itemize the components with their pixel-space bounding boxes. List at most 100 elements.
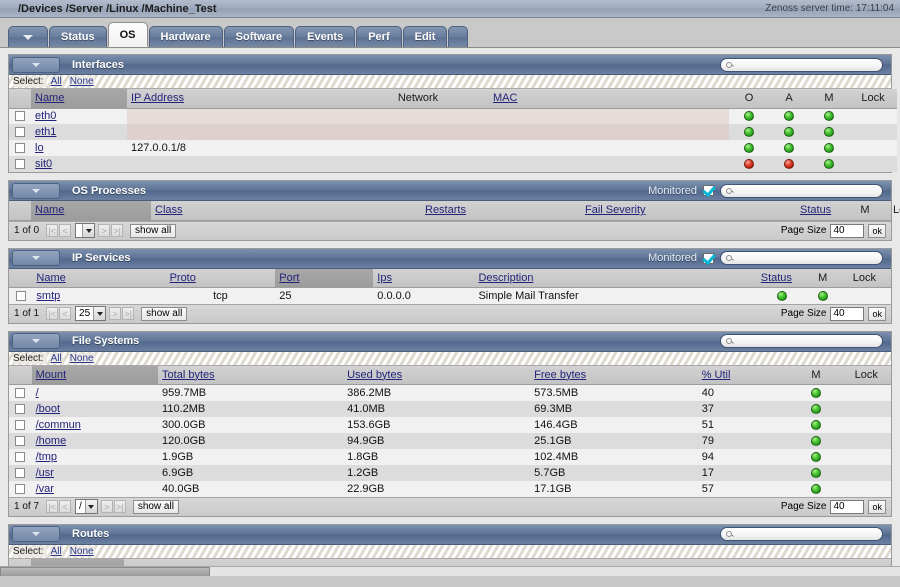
table-row[interactable]: /var 40.0GB 22.9GB 17.1GB 57 [9,481,891,497]
file-systems-col-util[interactable]: % Util [698,366,791,385]
ip-services-col-status[interactable]: Status [757,269,808,288]
row-checkbox-cell[interactable] [9,401,32,417]
os-processes-col-fail-severity[interactable]: Fail Severity [581,201,796,220]
os-processes-search-input[interactable] [720,184,883,198]
next-page-button[interactable]: > [101,500,113,513]
ip-services-show-all-button[interactable]: show all [141,307,187,321]
file-systems-cell-mount[interactable]: / [32,385,158,401]
table-row[interactable]: lo 127.0.0.1/8 [9,140,897,156]
os-processes-col-restarts[interactable]: Restarts [421,201,581,220]
table-row[interactable]: eth1 [9,124,897,140]
row-checkbox[interactable] [15,111,25,121]
tab-hardware[interactable]: Hardware [149,26,223,47]
interfaces-select-none-link[interactable]: None [69,76,95,87]
interfaces-cell-name[interactable]: eth0 [31,108,127,124]
file-systems-cell-mount[interactable]: /boot [32,401,158,417]
table-row[interactable]: /boot 110.2MB 41.0MB 69.3MB 37 [9,401,891,417]
interfaces-cell-name[interactable]: sit0 [31,156,127,172]
ip-services-col-port[interactable]: Port [275,269,373,288]
ip-services-col-proto[interactable]: Proto [166,269,276,288]
os-processes-col-name[interactable]: Name [31,201,151,220]
last-page-button[interactable]: >| [111,224,123,237]
tab-perf[interactable]: Perf [356,26,401,47]
interfaces-col-ip[interactable]: IP Address [127,89,347,108]
os-processes-col-class[interactable]: Class [151,201,421,220]
table-row[interactable]: /tmp 1.9GB 1.8GB 102.4MB 94 [9,449,891,465]
tab-status[interactable]: Status [49,26,107,47]
row-checkbox-cell[interactable] [9,288,32,304]
first-page-button[interactable]: |< [46,307,58,320]
os-processes-page-size-input[interactable]: 40 [830,224,864,238]
file-systems-select-all-link[interactable]: All [50,353,63,364]
collapse-interfaces-button[interactable] [12,57,60,73]
row-checkbox-cell[interactable] [9,433,32,449]
row-checkbox[interactable] [15,484,25,494]
interfaces-select-all-link[interactable]: All [50,76,63,87]
interfaces-cell-name[interactable]: eth1 [31,124,127,140]
scrollbar-thumb[interactable] [0,567,210,576]
row-checkbox-cell[interactable] [9,156,31,172]
table-row[interactable]: eth0 [9,108,897,124]
row-checkbox-cell[interactable] [9,465,32,481]
file-systems-cell-mount[interactable]: /usr [32,465,158,481]
row-checkbox-cell[interactable] [9,124,31,140]
prev-page-button[interactable]: < [59,224,71,237]
first-page-button[interactable]: |< [46,500,58,513]
first-page-button[interactable]: |< [46,224,58,237]
interfaces-cell-name[interactable]: lo [31,140,127,156]
ip-services-search-input[interactable] [720,251,883,265]
interfaces-col-mac[interactable]: MAC [489,89,729,108]
collapse-os-processes-button[interactable] [12,183,60,199]
row-checkbox[interactable] [16,291,26,301]
os-processes-ok-button[interactable]: ok [868,224,886,238]
collapse-routes-button[interactable] [12,526,60,542]
ip-services-col-description[interactable]: Description [474,269,756,288]
breadcrumb[interactable]: /Devices /Server /Linux /Machine_Test [18,3,217,15]
file-systems-show-all-button[interactable]: show all [133,500,179,514]
os-processes-page-select[interactable] [75,223,95,238]
ip-services-col-name[interactable]: Name [32,269,165,288]
next-page-button[interactable]: > [109,307,121,320]
ip-services-cell-name[interactable]: smtp [32,288,165,304]
routes-search-input[interactable] [720,527,883,541]
table-row[interactable]: /home 120.0GB 94.9GB 25.1GB 79 [9,433,891,449]
row-checkbox[interactable] [15,452,25,462]
os-processes-monitored-checkbox[interactable] [703,185,714,196]
collapse-file-systems-button[interactable] [12,333,60,349]
row-checkbox[interactable] [15,404,25,414]
tab-menu-dropdown[interactable] [8,26,48,47]
row-checkbox-cell[interactable] [9,481,32,497]
file-systems-col-used[interactable]: Used bytes [343,366,530,385]
row-checkbox-cell[interactable] [9,140,31,156]
os-processes-col-status[interactable]: Status [796,201,841,220]
horizontal-scrollbar[interactable] [0,566,900,576]
row-checkbox[interactable] [15,388,25,398]
row-checkbox-cell[interactable] [9,385,32,401]
ip-services-page-size-input[interactable]: 40 [830,307,864,321]
file-systems-col-total[interactable]: Total bytes [158,366,343,385]
row-checkbox-cell[interactable] [9,108,31,124]
file-systems-page-select[interactable]: / [75,499,98,514]
next-page-button[interactable]: > [98,224,110,237]
row-checkbox-cell[interactable] [9,449,32,465]
table-row[interactable]: /commun 300.0GB 153.6GB 146.4GB 51 [9,417,891,433]
row-checkbox[interactable] [15,127,25,137]
file-systems-col-free[interactable]: Free bytes [530,366,698,385]
row-checkbox[interactable] [15,159,25,169]
row-checkbox[interactable] [15,436,25,446]
last-page-button[interactable]: >| [114,500,126,513]
prev-page-button[interactable]: < [59,307,71,320]
interfaces-col-name[interactable]: Name [31,89,127,108]
file-systems-col-mount[interactable]: Mount [32,366,158,385]
ip-services-col-ips[interactable]: Ips [373,269,474,288]
file-systems-ok-button[interactable]: ok [868,500,886,514]
table-row[interactable]: / 959.7MB 386.2MB 573.5MB 40 [9,385,891,401]
tab-events[interactable]: Events [295,26,355,47]
file-systems-page-size-input[interactable]: 40 [830,500,864,514]
last-page-button[interactable]: >| [122,307,134,320]
routes-select-none-link[interactable]: None [69,546,95,557]
table-row[interactable]: /usr 6.9GB 1.2GB 5.7GB 17 [9,465,891,481]
file-systems-cell-mount[interactable]: /var [32,481,158,497]
row-checkbox-cell[interactable] [9,417,32,433]
table-row[interactable]: smtp tcp 25 0.0.0.0 Simple Mail Transfer [9,288,891,304]
